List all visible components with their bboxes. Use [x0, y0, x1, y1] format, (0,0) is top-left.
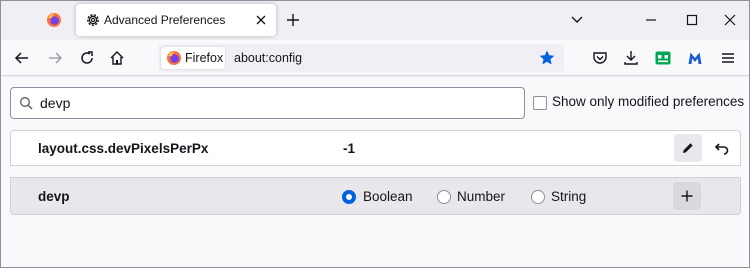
undo-icon	[714, 143, 729, 155]
plus-icon	[681, 190, 693, 202]
download-icon[interactable]	[622, 49, 640, 67]
radio-boolean-label[interactable]: Boolean	[363, 189, 413, 204]
malwarebytes-icon[interactable]	[686, 49, 704, 67]
url-bar[interactable]: Firefox about:config	[158, 44, 564, 72]
minimize-icon[interactable]	[643, 12, 659, 28]
tab-advanced-preferences[interactable]: Advanced Preferences	[76, 4, 276, 36]
new-pref-row: devp Boolean Number String	[10, 177, 741, 215]
firefox-icon	[167, 51, 181, 65]
tab-strip: Advanced Preferences	[0, 0, 750, 40]
gear-icon	[87, 14, 99, 26]
back-arrow-icon[interactable]	[13, 49, 31, 67]
new-pref-name: devp	[38, 189, 70, 204]
radio-string-label[interactable]: String	[551, 189, 586, 204]
reset-button[interactable]	[708, 134, 736, 162]
tab-title: Advanced Preferences	[104, 13, 226, 27]
home-icon[interactable]	[108, 49, 126, 67]
bookmark-star-icon[interactable]	[538, 49, 556, 67]
pref-name: layout.css.devPixelsPerPx	[38, 141, 209, 156]
show-modified-checkbox[interactable]	[533, 96, 547, 110]
pref-value: -1	[343, 141, 356, 156]
search-field[interactable]: devp	[10, 87, 525, 119]
identity-label: Firefox	[185, 51, 224, 65]
pref-row: layout.css.devPixelsPerPx -1	[10, 130, 741, 166]
close-icon[interactable]	[254, 13, 268, 27]
chevron-down-icon[interactable]	[570, 14, 584, 26]
about-config-page: devp Show only modified preferences layo…	[0, 77, 750, 268]
pencil-icon	[683, 143, 693, 153]
window-close-icon[interactable]	[722, 12, 738, 28]
url-text[interactable]: about:config	[234, 51, 302, 65]
edit-button[interactable]	[674, 134, 702, 162]
firefox-icon	[47, 13, 61, 27]
reload-icon[interactable]	[78, 49, 96, 67]
show-modified-label[interactable]: Show only modified preferences	[552, 94, 744, 109]
pinned-tab[interactable]	[38, 4, 70, 36]
radio-string[interactable]	[531, 190, 545, 204]
search-icon	[20, 97, 33, 110]
forward-arrow-icon[interactable]	[46, 49, 64, 67]
add-button[interactable]	[673, 182, 701, 210]
pocket-icon[interactable]	[591, 49, 609, 67]
identity-box[interactable]: Firefox	[160, 46, 226, 70]
extension-icon[interactable]	[654, 49, 672, 67]
navigation-bar: Firefox about:config	[0, 40, 750, 76]
search-input[interactable]: devp	[40, 95, 70, 111]
hamburger-menu-icon[interactable]	[719, 49, 737, 67]
radio-boolean[interactable]	[342, 190, 356, 204]
radio-number-label[interactable]: Number	[457, 189, 505, 204]
radio-number[interactable]	[437, 190, 451, 204]
maximize-icon[interactable]	[684, 12, 700, 28]
new-tab-plus-icon[interactable]	[284, 11, 302, 29]
